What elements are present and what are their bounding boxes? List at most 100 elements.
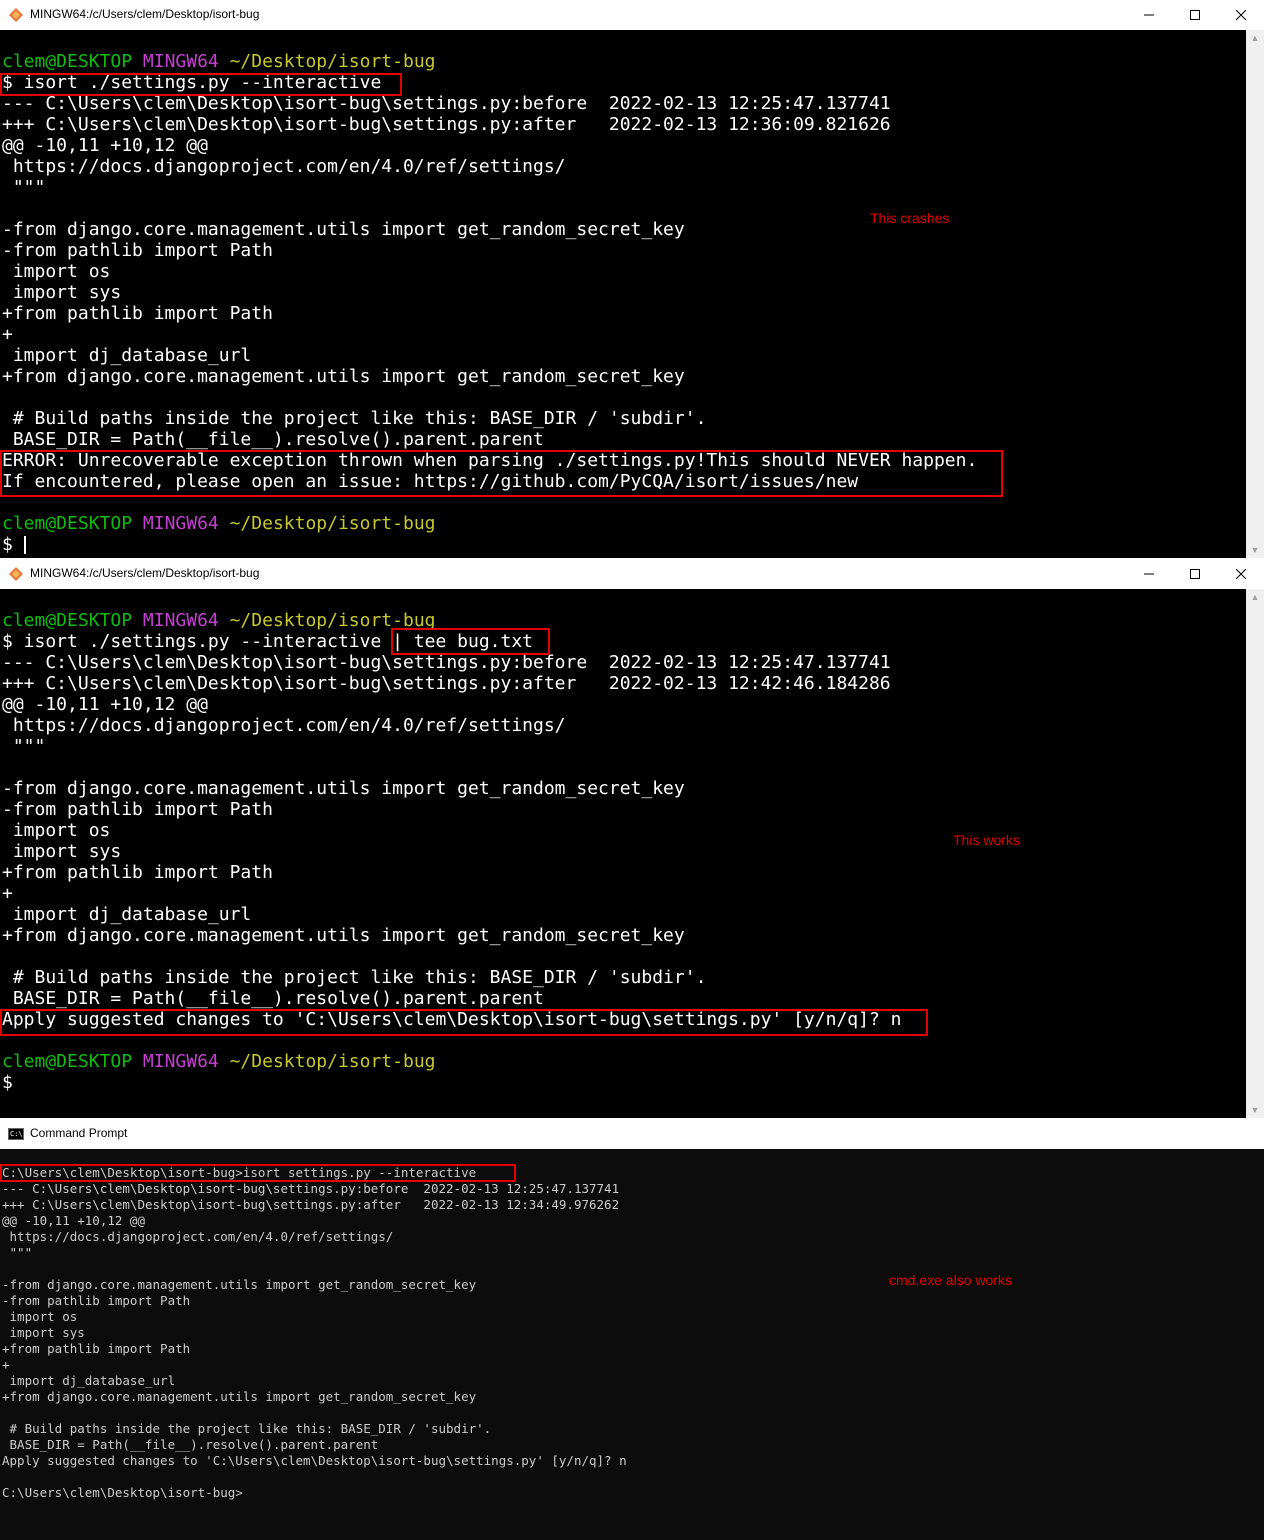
terminal-line: --- C:\Users\clem\Desktop\isort-bug\sett…: [2, 93, 977, 114]
annotation-crashes: This crashes: [870, 210, 950, 226]
terminal-text: +: [2, 883, 13, 904]
text-cursor: [23, 536, 26, 554]
terminal-text: -from pathlib import Path: [2, 1293, 191, 1308]
terminal-text: @@ -10,11 +10,12 @@: [2, 135, 208, 156]
terminal-line: # Build paths inside the project like th…: [2, 1421, 627, 1437]
scrollbar[interactable]: ▲ ▼: [1246, 589, 1264, 1118]
minimize-button[interactable]: [1126, 0, 1172, 30]
terminal-line: +++ C:\Users\clem\Desktop\isort-bug\sett…: [2, 114, 977, 135]
terminal-line: +from django.core.management.utils impor…: [2, 1389, 627, 1405]
terminal-text: ~/Desktop/isort-bug: [229, 51, 436, 72]
terminal-line: import sys: [2, 1325, 627, 1341]
minimize-button[interactable]: [1126, 559, 1172, 589]
terminal-text: --- C:\Users\clem\Desktop\isort-bug\sett…: [2, 652, 891, 673]
terminal-text: -from pathlib import Path: [2, 240, 273, 261]
terminal-text: +++ C:\Users\clem\Desktop\isort-bug\sett…: [2, 673, 891, 694]
scroll-down-icon[interactable]: ▼: [1246, 1102, 1264, 1118]
terminal-output[interactable]: clem@DESKTOP MINGW64 ~/Desktop/isort-bug…: [0, 589, 1246, 1118]
terminal-text: BASE_DIR = Path(__file__).resolve().pare…: [2, 988, 544, 1009]
maximize-button[interactable]: [1172, 559, 1218, 589]
terminal-line: clem@DESKTOP MINGW64 ~/Desktop/isort-bug: [2, 51, 977, 72]
title-bar[interactable]: MINGW64:/c/Users/clem/Desktop/isort-bug: [0, 0, 1264, 31]
terminal-line: --- C:\Users\clem\Desktop\isort-bug\sett…: [2, 652, 901, 673]
terminal-output[interactable]: C:\Users\clem\Desktop\isort-bug>isort se…: [0, 1149, 1264, 1540]
terminal-line: BASE_DIR = Path(__file__).resolve().pare…: [2, 988, 901, 1009]
mintty-app-icon: [9, 567, 23, 581]
terminal-text: import os: [2, 820, 111, 841]
terminal-text: +++ C:\Users\clem\Desktop\isort-bug\sett…: [2, 1197, 620, 1212]
highlight-tee-pipe: [391, 628, 550, 655]
scroll-up-icon[interactable]: ▲: [1246, 30, 1264, 46]
terminal-text: +: [2, 324, 13, 345]
terminal-line: import dj_database_url: [2, 1373, 627, 1389]
maximize-icon: [1190, 10, 1200, 20]
terminal-line: C:\Users\clem\Desktop\isort-bug>: [2, 1485, 627, 1501]
terminal-text: import os: [2, 261, 111, 282]
annotation-works: This works: [953, 832, 1020, 848]
terminal-line: import sys: [2, 841, 901, 862]
maximize-icon: [1190, 569, 1200, 579]
terminal-text: """: [2, 177, 46, 198]
terminal-line: BASE_DIR = Path(__file__).resolve().pare…: [2, 429, 977, 450]
terminal-text: -from pathlib import Path: [2, 799, 273, 820]
highlight-apply-prompt: [0, 1009, 928, 1036]
terminal-line: -from pathlib import Path: [2, 799, 901, 820]
terminal-text: MINGW64: [142, 51, 219, 72]
terminal-text: import sys: [2, 1325, 85, 1340]
close-button[interactable]: [1218, 559, 1264, 589]
terminal-line: https://docs.djangoproject.com/en/4.0/re…: [2, 715, 901, 736]
terminal-text: import dj_database_url: [2, 1373, 176, 1388]
terminal-line: +from django.core.management.utils impor…: [2, 366, 977, 387]
close-button[interactable]: [1218, 0, 1264, 30]
terminal-line: @@ -10,11 +10,12 @@: [2, 135, 977, 156]
terminal-text: BASE_DIR = Path(__file__).resolve().pare…: [2, 1437, 379, 1452]
terminal-line: import os: [2, 261, 977, 282]
terminal-text: MINGW64: [142, 513, 219, 534]
terminal-text: -from django.core.management.utils impor…: [2, 778, 685, 799]
terminal-line: clem@DESKTOP MINGW64 ~/Desktop/isort-bug: [2, 513, 977, 534]
terminal-text: import dj_database_url: [2, 904, 252, 925]
terminal-text: $: [2, 534, 24, 555]
scrollbar[interactable]: ▲ ▼: [1246, 30, 1264, 558]
terminal-text: import sys: [2, 841, 122, 862]
title-bar[interactable]: C:\ Command Prompt: [0, 1119, 1264, 1150]
terminal-line: # Build paths inside the project like th…: [2, 408, 977, 429]
terminal-line: +: [2, 324, 977, 345]
terminal-line: @@ -10,11 +10,12 @@: [2, 694, 901, 715]
terminal-text: +from django.core.management.utils impor…: [2, 366, 685, 387]
terminal-text: -from django.core.management.utils impor…: [2, 219, 685, 240]
terminal-line: clem@DESKTOP MINGW64 ~/Desktop/isort-bug: [2, 1051, 901, 1072]
terminal-line: """: [2, 736, 901, 757]
terminal-line: +: [2, 1357, 627, 1373]
terminal-text: $: [2, 1072, 13, 1093]
terminal-text: +++ C:\Users\clem\Desktop\isort-bug\sett…: [2, 114, 891, 135]
terminal-text: # Build paths inside the project like th…: [2, 1421, 492, 1436]
terminal-text: clem@DESKTOP: [2, 51, 133, 72]
terminal-line: """: [2, 177, 977, 198]
mintty-window-1: MINGW64:/c/Users/clem/Desktop/isort-bug …: [0, 0, 1264, 558]
title-bar[interactable]: MINGW64:/c/Users/clem/Desktop/isort-bug: [0, 559, 1264, 590]
terminal-text: @@ -10,11 +10,12 @@: [2, 1213, 145, 1228]
terminal-text: # Build paths inside the project like th…: [2, 408, 707, 429]
terminal-line: +: [2, 883, 901, 904]
terminal-text: """: [2, 1245, 33, 1260]
scroll-up-icon[interactable]: ▲: [1246, 589, 1264, 605]
terminal-text: clem@DESKTOP: [2, 1051, 133, 1072]
terminal-line: import dj_database_url: [2, 345, 977, 366]
terminal-text: # Build paths inside the project like th…: [2, 967, 707, 988]
terminal-text: --- C:\Users\clem\Desktop\isort-bug\sett…: [2, 93, 891, 114]
scroll-down-icon[interactable]: ▼: [1246, 542, 1264, 558]
highlight-command: [0, 1164, 516, 1182]
terminal-text: MINGW64: [142, 1051, 219, 1072]
maximize-button[interactable]: [1172, 0, 1218, 30]
terminal-text: @@ -10,11 +10,12 @@: [2, 694, 208, 715]
